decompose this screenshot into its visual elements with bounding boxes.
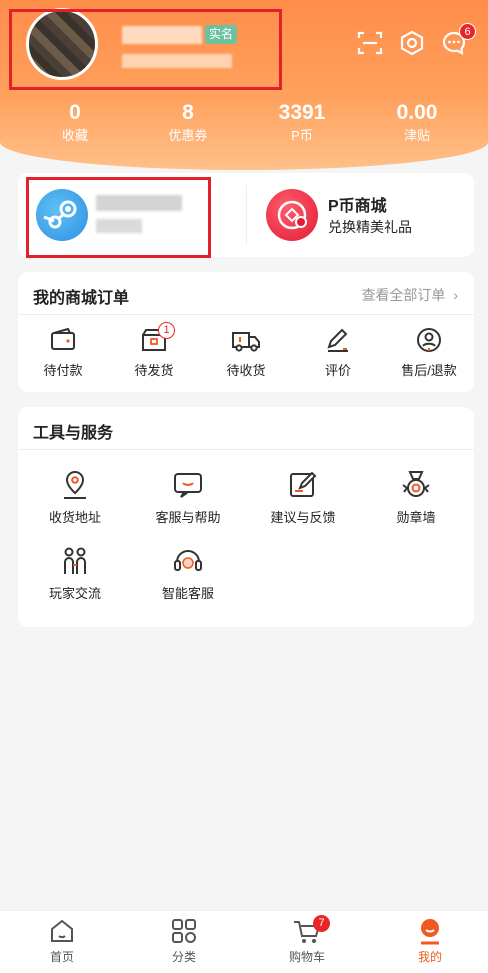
divider <box>18 314 474 315</box>
verified-badge: 实名 <box>205 25 238 44</box>
pcoin-mall-subtitle: 兑换精美礼品 <box>328 219 412 235</box>
after-sales-icon <box>417 328 441 352</box>
grid-icon <box>172 919 196 943</box>
tab-mine[interactable]: 我的 <box>390 917 470 965</box>
pcoin-mall-link[interactable]: P币商城 兑换精美礼品 <box>246 173 474 257</box>
stats-row: 0 收藏 8 优惠券 3391 P币 0.00 津贴 <box>0 100 488 150</box>
username-blurred <box>122 26 202 44</box>
tool-label: 建议与反馈 <box>270 510 336 525</box>
tab-label: 首页 <box>49 950 74 964</box>
order-pending-payment[interactable]: 待付款 <box>23 326 103 379</box>
order-label: 待收货 <box>226 363 266 378</box>
order-badge: 1 <box>158 322 175 339</box>
tab-category[interactable]: 分类 <box>144 917 224 965</box>
tool-label: 智能客服 <box>161 586 214 601</box>
edit-note-icon <box>290 471 317 497</box>
order-label: 待发货 <box>134 363 174 378</box>
order-label: 评价 <box>324 363 351 378</box>
tools-title: 工具与服务 <box>33 425 114 442</box>
tool-player-community[interactable]: 玩家交流 <box>25 545 125 602</box>
tool-medal-wall[interactable]: 勋章墙 <box>366 469 466 526</box>
tab-cart[interactable]: 7 购物车 <box>267 915 347 965</box>
stat-allowance[interactable]: 0.00 津贴 <box>377 100 457 146</box>
tool-label: 勋章墙 <box>396 510 436 525</box>
chevron-right-icon: › <box>453 287 458 303</box>
steam-icon <box>36 189 88 241</box>
user-id-blurred <box>122 54 232 68</box>
home-icon <box>51 919 73 942</box>
bottom-tab-bar: 首页 分类 7 购物车 我的 <box>0 910 488 973</box>
tools-card: 工具与服务 收货地址 客服与帮助 建议与反馈 勋章墙 玩家交流 智能客服 <box>18 407 474 627</box>
location-pin-icon <box>64 470 86 499</box>
tool-label: 收货地址 <box>48 510 101 525</box>
order-label: 待付款 <box>43 363 83 378</box>
chat-help-icon <box>174 473 202 498</box>
stat-value: 0.00 <box>396 101 438 124</box>
order-review[interactable]: 评价 <box>298 326 378 379</box>
steam-sub-blurred <box>96 219 142 233</box>
stat-value: 0 <box>69 101 81 124</box>
divider <box>18 449 474 450</box>
tool-label: 客服与帮助 <box>155 510 221 525</box>
cart-badge: 7 <box>313 915 330 932</box>
order-pending-receipt[interactable]: 待收货 <box>206 326 286 379</box>
scan-icon[interactable] <box>357 30 383 56</box>
tool-shipping-address[interactable]: 收货地址 <box>25 469 125 526</box>
stat-label: 津贴 <box>403 128 430 143</box>
people-icon <box>64 547 86 574</box>
steam-account-blurred <box>96 195 182 211</box>
tab-label: 我的 <box>417 950 442 964</box>
tool-customer-help[interactable]: 客服与帮助 <box>138 469 238 526</box>
stat-label: 优惠券 <box>168 128 208 143</box>
tab-home[interactable]: 首页 <box>22 917 102 965</box>
tool-feedback[interactable]: 建议与反馈 <box>253 469 353 526</box>
view-all-label: 查看全部订单 <box>361 287 446 303</box>
tab-label: 分类 <box>171 950 196 964</box>
stat-label: P币 <box>291 128 313 143</box>
tab-label: 购物车 <box>288 950 325 964</box>
wallet-icon <box>51 327 75 350</box>
tool-smart-support[interactable]: 智能客服 <box>138 545 238 602</box>
stat-value: 3391 <box>278 101 326 124</box>
stat-value: 8 <box>182 101 194 124</box>
pcoin-mall-icon <box>266 189 318 241</box>
order-pending-shipment[interactable]: 1 待发货 <box>114 322 194 379</box>
stat-coupons[interactable]: 8 优惠券 <box>148 100 228 146</box>
pen-icon <box>327 328 348 352</box>
medal-icon <box>402 471 430 497</box>
orders-card: 我的商城订单 查看全部订单 › 待付款 1 待发货 待收货 评价 售后/退款 <box>18 272 474 392</box>
avatar[interactable] <box>26 8 98 80</box>
stat-label: 收藏 <box>61 128 88 143</box>
quick-links-card: P币商城 兑换精美礼品 <box>18 173 474 257</box>
stat-favorites[interactable]: 0 收藏 <box>35 100 115 146</box>
stat-pcoin[interactable]: 3391 P币 <box>262 100 342 146</box>
steam-link[interactable] <box>18 173 246 257</box>
view-all-orders-link[interactable]: 查看全部订单 › <box>361 285 458 305</box>
profile-icon <box>421 919 439 945</box>
order-label: 售后/退款 <box>401 363 457 378</box>
message-badge: 6 <box>459 23 476 40</box>
pcoin-mall-title: P币商城 <box>328 198 387 215</box>
orders-title: 我的商城订单 <box>33 290 130 307</box>
headset-icon <box>174 550 202 571</box>
truck-icon <box>232 332 260 352</box>
order-after-sales[interactable]: 售后/退款 <box>389 326 469 379</box>
tool-label: 玩家交流 <box>48 586 101 601</box>
settings-icon[interactable] <box>399 30 425 56</box>
